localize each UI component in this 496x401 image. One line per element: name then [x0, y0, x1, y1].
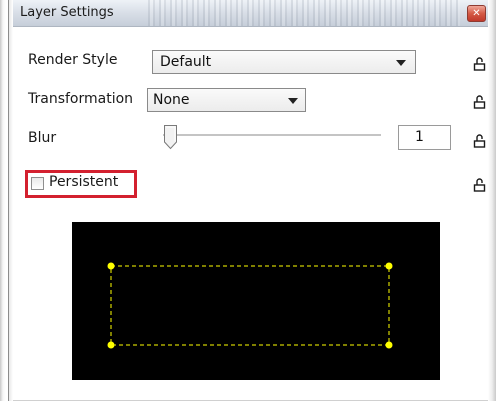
render-style-dropdown[interactable]: Default [152, 50, 416, 74]
transformation-dropdown[interactable]: None [147, 88, 306, 112]
blur-slider-track[interactable] [163, 134, 381, 137]
persistent-label[interactable]: Persistent [49, 174, 118, 190]
blur-value-input[interactable]: 1 [398, 125, 451, 150]
blur-label: Blur [28, 130, 57, 146]
blur-slider-thumb[interactable] [163, 124, 178, 150]
lock-icon[interactable] [473, 95, 486, 109]
title-bar[interactable]: Layer Settings ✕ [13, 0, 488, 27]
lock-icon[interactable] [473, 178, 486, 192]
lock-icon[interactable] [473, 134, 486, 148]
render-style-value: Default [160, 54, 212, 70]
handle-top-right[interactable] [385, 262, 393, 270]
transformation-label: Transformation [28, 91, 134, 107]
persistent-checkbox[interactable] [31, 177, 44, 190]
handle-bottom-right[interactable] [385, 341, 393, 349]
window-frame-right [488, 0, 496, 401]
layer-bounds-preview [107, 262, 393, 349]
transformation-value: None [153, 92, 190, 108]
close-icon: ✕ [472, 8, 481, 19]
chevron-down-icon [396, 60, 406, 66]
chevron-down-icon [288, 98, 298, 104]
handle-top-left[interactable] [107, 262, 115, 270]
title-bar-grip [148, 0, 460, 26]
window-frame-left [0, 0, 13, 401]
close-button[interactable]: ✕ [467, 5, 486, 22]
handle-bottom-left[interactable] [107, 341, 115, 349]
layer-preview[interactable] [72, 222, 440, 380]
window-title: Layer Settings [20, 5, 114, 20]
lock-icon[interactable] [473, 57, 486, 71]
render-style-label: Render Style [28, 52, 118, 68]
layer-bounds-rect [110, 265, 390, 346]
